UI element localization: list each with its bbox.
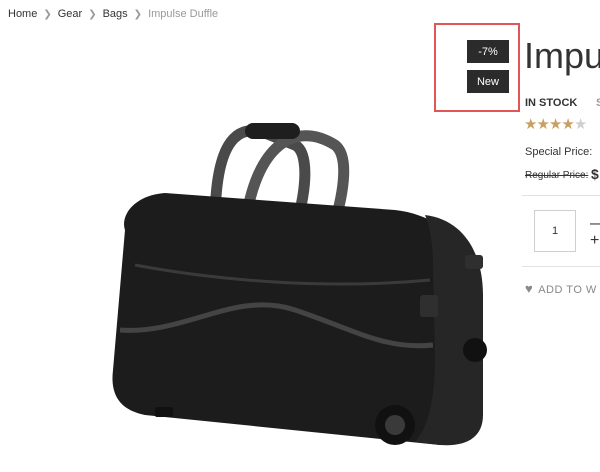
new-badge: New: [467, 70, 509, 93]
chevron-right-icon: ❯: [88, 9, 97, 20]
stock-status: IN STOCK: [525, 97, 578, 109]
regular-price-label: Regular Price:: [525, 170, 589, 181]
product-title: Impu: [524, 35, 600, 76]
divider: [522, 195, 600, 196]
chevron-right-icon: ❯: [133, 9, 143, 20]
highlight-box: [434, 23, 520, 112]
chevron-right-icon: ❯: [43, 9, 52, 20]
breadcrumb-current: Impulse Duffle: [148, 8, 219, 20]
star-icon: ★: [524, 116, 537, 133]
minus-icon[interactable]: —: [590, 215, 600, 233]
star-icon: ★: [548, 116, 562, 133]
breadcrumb-bags[interactable]: Bags: [103, 8, 128, 20]
add-to-wishlist-link[interactable]: ♥ ADD TO W: [525, 281, 597, 296]
heart-icon: ♥: [525, 281, 534, 296]
sku-label: S: [596, 97, 600, 109]
wishlist-label: ADD TO W: [538, 284, 597, 296]
rating-stars[interactable]: ★★★★★: [524, 115, 587, 133]
star-icon: ★: [536, 116, 549, 133]
divider: [522, 266, 600, 267]
star-icon: ★: [561, 116, 574, 133]
plus-icon[interactable]: +: [590, 232, 599, 250]
product-image[interactable]: [95, 115, 495, 460]
discount-badge: -7%: [467, 40, 509, 63]
breadcrumb: Home ❯ Gear ❯ Bags ❯ Impulse Duffle: [8, 8, 218, 20]
breadcrumb-home[interactable]: Home: [8, 8, 37, 20]
breadcrumb-gear[interactable]: Gear: [58, 8, 82, 20]
star-icon: ★: [573, 116, 587, 133]
quantity-input[interactable]: 1: [534, 210, 576, 252]
special-price-label: Special Price:: [525, 146, 593, 158]
regular-price-value: $: [591, 166, 599, 182]
